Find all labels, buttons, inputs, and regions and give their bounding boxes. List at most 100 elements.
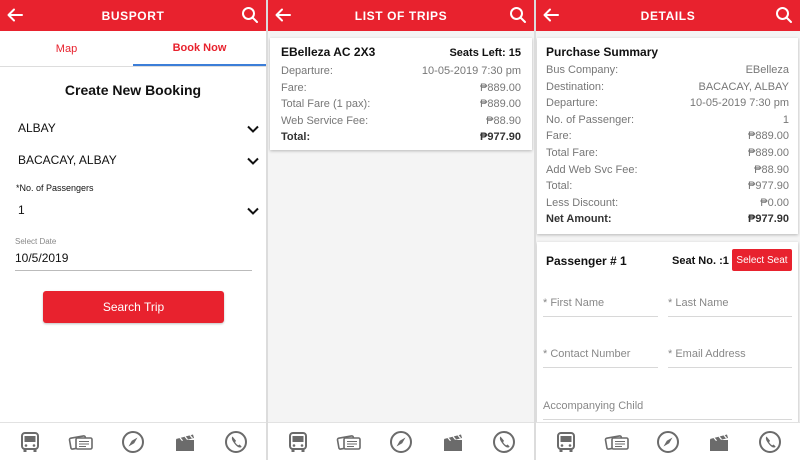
passenger-card: Passenger # 1 Seat No. :1 Select Seat * … (537, 242, 798, 427)
summary-row: Departure: 10-05-2019 7:30 pm (546, 95, 789, 112)
date-label: Select Date (15, 237, 57, 246)
trip-row-total: Total: ₱977.90 (281, 129, 521, 146)
list-of-trips-screen: LIST OF TRIPS EBelleza AC 2X3 Seats Left… (268, 0, 534, 460)
passenger-title: Passenger # 1 (546, 254, 627, 268)
summary-row: Bus Company: EBelleza (546, 62, 789, 79)
clapperboard-icon[interactable] (440, 429, 466, 455)
seat-number: Seat No. :1 (672, 255, 729, 267)
row-label: Fare: (281, 81, 307, 94)
details-screen: DETAILS Purchase Summary Bus Company: EBe… (536, 0, 800, 460)
divider (543, 419, 792, 420)
summary-row: Less Discount: ₱0.00 (546, 195, 789, 212)
row-value: 1 (782, 113, 789, 126)
chevron-down-icon (247, 125, 259, 133)
bus-icon[interactable] (17, 429, 43, 455)
destination-select-value: BACACAY, ALBAY (18, 153, 117, 167)
row-label: Net Amount: (546, 213, 612, 226)
clapperboard-icon[interactable] (706, 429, 732, 455)
row-value: ₱977.90 (748, 213, 789, 226)
last-name-field[interactable]: * Last Name (668, 297, 729, 309)
bottom-nav (268, 422, 534, 460)
tickets-icon[interactable] (336, 429, 362, 455)
summary-row: Total Fare: ₱889.00 (546, 145, 789, 162)
tickets-icon[interactable] (604, 429, 630, 455)
summary-row: Total: ₱977.90 (546, 178, 789, 195)
summary-title: Purchase Summary (546, 45, 659, 59)
purchase-summary-card: Purchase Summary Bus Company: EBelleza De… (537, 38, 798, 234)
search-icon[interactable] (241, 6, 259, 24)
bottom-nav (0, 422, 266, 460)
search-icon[interactable] (509, 6, 527, 24)
summary-row-net: Net Amount: ₱977.90 (546, 211, 789, 228)
contact-number-field[interactable]: * Contact Number (543, 348, 630, 360)
row-label: Destination: (546, 80, 605, 93)
row-label: Web Service Fee: (281, 114, 369, 127)
summary-row: No. of Passenger: 1 (546, 112, 789, 129)
summary-row: Add Web Svc Fee: ₱88.90 (546, 162, 789, 179)
back-arrow-icon[interactable] (542, 6, 560, 24)
compass-icon[interactable] (655, 429, 681, 455)
divider (543, 367, 658, 368)
bus-icon[interactable] (553, 429, 579, 455)
bus-icon[interactable] (285, 429, 311, 455)
row-label: Fare: (546, 130, 572, 143)
clapperboard-icon[interactable] (172, 429, 198, 455)
row-value: ₱0.00 (760, 196, 789, 209)
origin-select[interactable]: ALBAY (18, 121, 264, 141)
trip-card[interactable]: EBelleza AC 2X3 Seats Left: 15 Departure… (270, 38, 532, 150)
destination-select[interactable]: BACACAY, ALBAY (18, 153, 264, 173)
app-bar-title: DETAILS (640, 8, 696, 23)
trip-row: Web Service Fee: ₱88.90 (281, 113, 521, 130)
row-value: ₱88.90 (486, 114, 521, 127)
row-label: Bus Company: (546, 64, 619, 76)
search-trip-button[interactable]: Search Trip (43, 291, 224, 323)
row-label: No. of Passenger: (546, 113, 635, 126)
chevron-down-icon (247, 207, 259, 215)
row-value: ₱889.00 (748, 130, 789, 143)
row-value: EBelleza (745, 64, 789, 76)
accompanying-child-field[interactable]: Accompanying Child (543, 400, 643, 412)
row-value: ₱977.90 (748, 180, 789, 193)
row-label: Total: (281, 131, 311, 144)
trip-name: EBelleza AC 2X3 (281, 45, 376, 59)
phone-icon[interactable] (223, 429, 249, 455)
row-label: Total: (546, 180, 573, 193)
tickets-icon[interactable] (68, 429, 94, 455)
first-name-field[interactable]: * First Name (543, 297, 604, 309)
back-arrow-icon[interactable] (6, 6, 24, 24)
trip-row: Departure: 10-05-2019 7:30 pm (281, 63, 521, 80)
divider (543, 316, 658, 317)
trip-row: Fare: ₱889.00 (281, 80, 521, 97)
tab-bar: Map Book Now (0, 31, 266, 67)
row-value: ₱889.00 (480, 81, 521, 94)
row-value: BACACAY, ALBAY (698, 80, 790, 93)
passengers-label: *No. of Passengers (16, 183, 94, 193)
back-arrow-icon[interactable] (274, 6, 292, 24)
row-value: 10-05-2019 7:30 pm (689, 97, 789, 110)
phone-icon[interactable] (491, 429, 517, 455)
row-value: ₱977.90 (480, 131, 521, 144)
app-bar: DETAILS (536, 0, 800, 31)
divider (668, 367, 792, 368)
row-label: Add Web Svc Fee: (546, 163, 638, 176)
tab-map[interactable]: Map (0, 31, 133, 66)
search-icon[interactable] (775, 6, 793, 24)
app-bar: BUSPORT (0, 0, 266, 31)
passengers-select-value: 1 (18, 203, 25, 217)
app-bar-title: LIST OF TRIPS (354, 8, 448, 23)
compass-icon[interactable] (388, 429, 414, 455)
trip-card-header: EBelleza AC 2X3 Seats Left: 15 (281, 45, 521, 59)
bottom-nav (536, 422, 800, 460)
summary-row: Destination: BACACAY, ALBAY (546, 79, 789, 96)
phone-icon[interactable] (757, 429, 783, 455)
select-seat-button[interactable]: Select Seat (732, 249, 792, 271)
row-label: Total Fare: (546, 146, 598, 159)
compass-icon[interactable] (120, 429, 146, 455)
tab-book-now[interactable]: Book Now (133, 31, 266, 66)
row-value: ₱889.00 (480, 98, 521, 111)
divider (668, 316, 792, 317)
app-bar-title: BUSPORT (101, 8, 165, 23)
passengers-select[interactable]: 1 (18, 203, 264, 223)
email-field[interactable]: * Email Address (668, 348, 746, 360)
date-field[interactable]: 10/5/2019 (15, 251, 252, 271)
